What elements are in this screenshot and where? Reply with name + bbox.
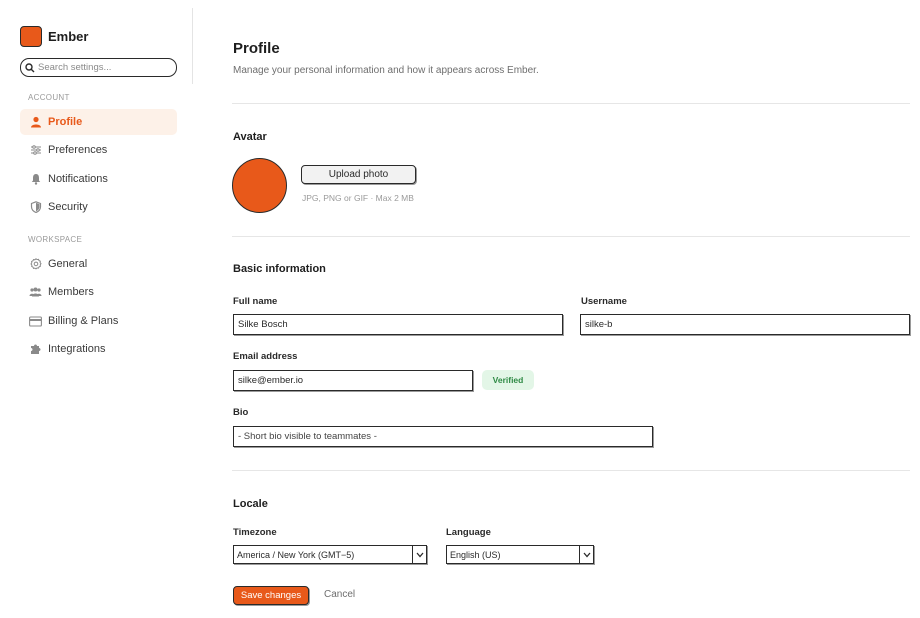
sidebar-item-label: Preferences	[48, 144, 108, 156]
puzzle-icon	[29, 343, 42, 356]
cancel-button[interactable]: Cancel	[324, 589, 355, 600]
sidebar-item-security[interactable]: Security	[20, 194, 177, 220]
sidebar-item-members[interactable]: Members	[20, 279, 177, 305]
language-label: Language	[446, 527, 491, 538]
username-input[interactable]	[580, 314, 910, 335]
full-name-label: Full name	[233, 296, 278, 307]
sidebar-item-integrations[interactable]: Integrations	[20, 336, 177, 362]
chevron-down-icon	[412, 546, 426, 563]
section-title-avatar: Avatar	[233, 131, 267, 143]
section-title-basic-information: Basic information	[233, 263, 326, 275]
sidebar-item-label: Profile	[48, 116, 83, 128]
timezone-select[interactable]: America / New York (GMT−5)	[233, 545, 427, 564]
gear-icon	[29, 258, 42, 271]
bio-label: Bio	[233, 407, 249, 418]
upload-hint: JPG, PNG or GIF · Max 2 MB	[302, 193, 414, 203]
brand-name: Ember	[48, 29, 89, 44]
search-input[interactable]	[38, 62, 168, 73]
credit-card-icon	[29, 315, 42, 328]
divider	[232, 103, 910, 104]
sidebar-item-preferences[interactable]: Preferences	[20, 137, 177, 163]
sidebar-item-label: Notifications	[48, 173, 108, 185]
sidebar-item-label: General	[48, 258, 88, 270]
users-icon	[29, 286, 42, 299]
timezone-label: Timezone	[233, 527, 277, 538]
verified-badge: Verified	[482, 370, 534, 390]
sidebar-item-label: Integrations	[48, 343, 106, 355]
save-changes-button[interactable]: Save changes	[233, 586, 309, 605]
divider	[232, 470, 910, 471]
upload-photo-button[interactable]: Upload photo	[301, 165, 416, 184]
page-subtitle: Manage your personal information and how…	[233, 65, 539, 76]
sidebar-item-label: Members	[48, 286, 94, 298]
bell-icon	[29, 173, 42, 186]
avatar	[232, 158, 287, 213]
page-title: Profile	[233, 40, 280, 57]
shield-icon	[29, 201, 42, 214]
sidebar-item-general[interactable]: General	[20, 251, 177, 277]
brand: Ember	[20, 26, 88, 47]
language-value: English (US)	[450, 549, 501, 560]
sliders-icon	[29, 144, 42, 157]
section-label-workspace: WORKSPACE	[28, 235, 83, 244]
sidebar-item-label: Billing & Plans	[48, 315, 119, 327]
search-icon	[25, 62, 35, 72]
sidebar-item-label: Security	[48, 201, 88, 213]
timezone-value: America / New York (GMT−5)	[237, 549, 355, 560]
language-select[interactable]: English (US)	[446, 545, 594, 564]
search-box[interactable]	[20, 58, 177, 77]
email-input[interactable]	[233, 370, 473, 391]
sidebar-item-notifications[interactable]: Notifications	[20, 166, 177, 192]
sidebar-divider	[192, 8, 193, 84]
email-label: Email address	[233, 351, 298, 362]
bio-input[interactable]	[233, 426, 653, 447]
sidebar: Ember ACCOUNT Profile	[0, 0, 193, 618]
username-label: Username	[581, 296, 627, 307]
sidebar-item-billing[interactable]: Billing & Plans	[20, 308, 177, 334]
section-label-account: ACCOUNT	[28, 93, 70, 102]
full-name-input[interactable]	[233, 314, 563, 335]
divider	[232, 236, 910, 237]
chevron-down-icon	[579, 546, 593, 563]
sidebar-item-profile[interactable]: Profile	[20, 109, 177, 135]
user-icon	[29, 116, 42, 129]
brand-logo	[20, 26, 42, 47]
section-title-locale: Locale	[233, 498, 268, 510]
